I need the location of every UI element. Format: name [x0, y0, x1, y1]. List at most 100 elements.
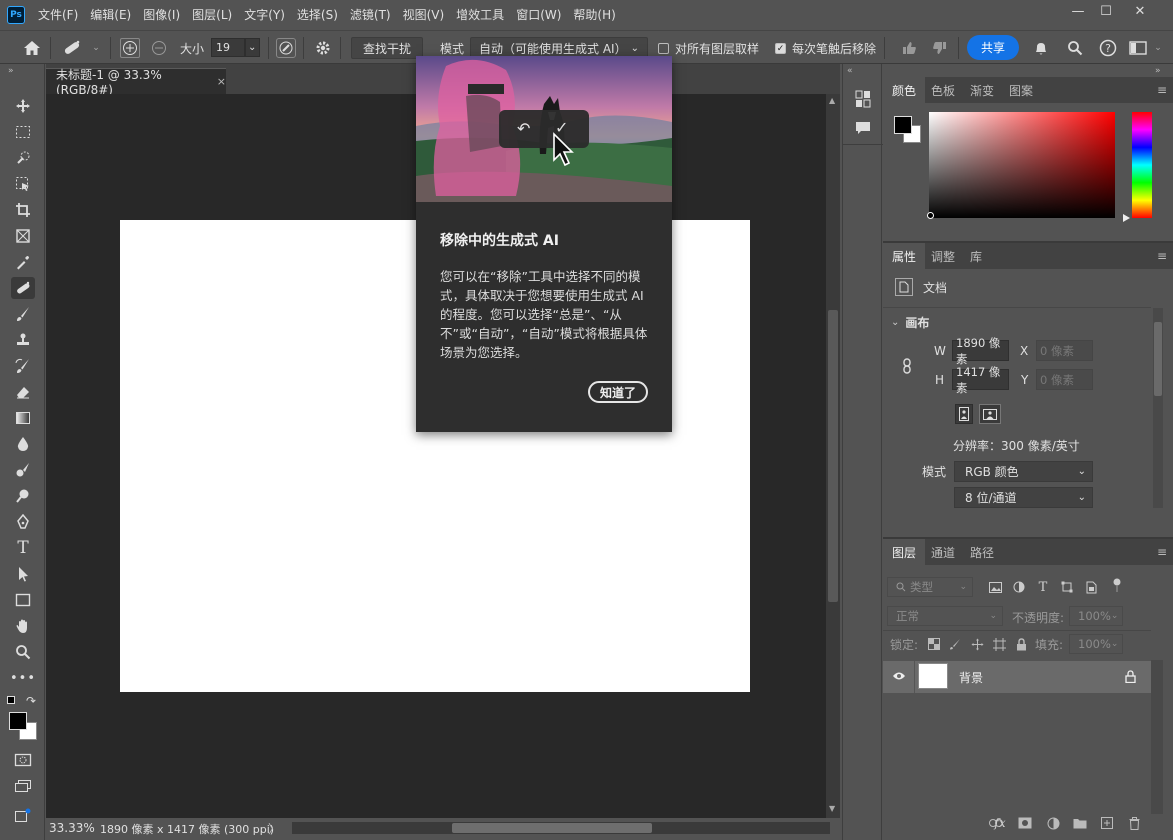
rectangle-tool-icon[interactable]: [11, 589, 35, 611]
menu-image[interactable]: 图像(I): [137, 0, 186, 30]
layer-style-fx-icon[interactable]: fx: [992, 815, 1008, 831]
filter-smart-object-icon[interactable]: [1083, 579, 1099, 595]
color-picker-marker[interactable]: [927, 212, 934, 219]
opacity-input[interactable]: 100% ⌄: [1069, 606, 1123, 626]
hue-slider-handle[interactable]: [1123, 214, 1130, 222]
add-brush-icon[interactable]: [120, 38, 140, 58]
brush-tool-icon[interactable]: [11, 303, 35, 325]
lock-image-pixels-icon[interactable]: [947, 636, 963, 652]
blur-tool-icon[interactable]: [11, 433, 35, 455]
tool-preset-chevron-icon[interactable]: ⌄: [86, 38, 106, 58]
properties-scrollbar[interactable]: [1153, 308, 1163, 508]
scroll-up-icon[interactable]: ▲: [829, 96, 835, 105]
move-tool-icon[interactable]: [11, 95, 35, 117]
bit-depth-select[interactable]: 8 位/通道 ⌄: [954, 487, 1093, 508]
find-distractions-button[interactable]: 查找干扰: [351, 37, 423, 59]
filter-toggle-icon[interactable]: [1109, 577, 1125, 593]
object-select-tool-icon[interactable]: [11, 173, 35, 195]
filter-type-icon[interactable]: T: [1035, 579, 1051, 595]
eyedropper-tool-icon[interactable]: [11, 251, 35, 273]
got-it-button[interactable]: 知道了: [588, 381, 648, 403]
frame-tool-icon[interactable]: [11, 225, 35, 247]
color-picker-field[interactable]: [929, 112, 1115, 218]
remove-tool-icon[interactable]: [62, 38, 82, 58]
comments-panel-icon[interactable]: [855, 120, 871, 139]
horizontal-scrollbar-thumb[interactable]: [452, 823, 652, 833]
panel-menu-icon[interactable]: ≡: [1157, 545, 1167, 559]
lock-transparent-pixels-icon[interactable]: [926, 636, 942, 652]
remove-tool-active-icon[interactable]: [11, 277, 35, 299]
collapse-panels-icon[interactable]: »: [1155, 66, 1161, 76]
zoom-tool-icon[interactable]: [11, 641, 35, 663]
tab-swatches[interactable]: 色板: [922, 77, 964, 103]
eye-visibility-icon[interactable]: [892, 670, 906, 684]
filter-shape-icon[interactable]: [1059, 579, 1075, 595]
thumbs-up-icon[interactable]: [899, 38, 919, 58]
height-input[interactable]: 1417 像素: [952, 365, 1009, 395]
filter-pixel-icon[interactable]: [987, 579, 1003, 595]
link-dimensions-icon[interactable]: [901, 358, 913, 377]
tab-adjustments[interactable]: 调整: [922, 243, 964, 269]
horizontal-scrollbar[interactable]: [292, 822, 830, 834]
status-menu-chevron-icon[interactable]: 〉: [268, 820, 280, 837]
scroll-down-icon[interactable]: ▼: [829, 804, 835, 813]
remove-after-stroke-checkbox[interactable]: ✓ 每次笔触后移除: [775, 40, 876, 57]
x-input[interactable]: 0 像素: [1036, 340, 1093, 361]
portrait-orientation-icon[interactable]: [955, 404, 973, 424]
foreground-color-swatch[interactable]: [9, 712, 27, 730]
close-tab-icon[interactable]: ×: [217, 75, 226, 88]
history-panel-icon[interactable]: [855, 90, 871, 111]
layer-thumbnail[interactable]: [918, 663, 948, 689]
type-tool-icon[interactable]: T: [11, 537, 35, 559]
crop-tool-icon[interactable]: [11, 199, 35, 221]
menu-layer[interactable]: 图层(L): [186, 0, 238, 30]
menu-view[interactable]: 视图(V): [397, 0, 451, 30]
document-tab[interactable]: 未标题-1 @ 33.3%(RGB/8#) ×: [46, 68, 226, 97]
menu-select[interactable]: 选择(S): [291, 0, 344, 30]
menu-file[interactable]: 文件(F): [32, 0, 84, 30]
undo-icon[interactable]: ↶: [517, 119, 530, 138]
new-layer-icon[interactable]: [1099, 815, 1115, 831]
tab-channels[interactable]: 通道: [922, 539, 964, 565]
y-input[interactable]: 0 像素: [1036, 369, 1093, 390]
hue-slider[interactable]: [1132, 112, 1152, 218]
delete-layer-icon[interactable]: [1126, 815, 1142, 831]
layer-row[interactable]: 背景: [883, 661, 1151, 693]
screen-mode-icon[interactable]: [11, 775, 35, 797]
zoom-level[interactable]: 33.33%: [49, 821, 95, 835]
workspace-icon[interactable]: [1128, 38, 1148, 58]
quick-mask-icon[interactable]: [11, 749, 35, 771]
tab-color[interactable]: 颜色: [883, 77, 926, 103]
pen-tool-icon[interactable]: [11, 511, 35, 533]
pressure-size-icon[interactable]: [276, 38, 296, 58]
search-icon[interactable]: [1065, 38, 1085, 58]
collapse-dock-left-icon[interactable]: «: [847, 66, 853, 76]
lock-position-icon[interactable]: [969, 636, 985, 652]
menu-plugins[interactable]: 增效工具: [450, 0, 510, 30]
object-selection-tool-icon[interactable]: [11, 147, 35, 169]
panel-foreground-swatch[interactable]: [894, 116, 912, 134]
menu-window[interactable]: 窗口(W): [510, 0, 567, 30]
layers-scrollbar[interactable]: [1151, 660, 1163, 814]
bell-icon[interactable]: [1031, 38, 1051, 58]
tab-paths[interactable]: 路径: [961, 539, 1003, 565]
new-adjustment-layer-icon[interactable]: [1045, 815, 1061, 831]
settings-gear-icon[interactable]: [313, 38, 333, 58]
tab-layers[interactable]: 图层: [883, 539, 926, 565]
marquee-tool-icon[interactable]: [11, 121, 35, 143]
fill-input[interactable]: 100% ⌄: [1069, 634, 1123, 654]
landscape-orientation-icon[interactable]: [979, 404, 1001, 424]
brush-size-input[interactable]: 19: [211, 38, 245, 57]
hand-tool-icon[interactable]: [11, 615, 35, 637]
close-window-button[interactable]: ✕: [1126, 0, 1154, 22]
filter-adjustment-icon[interactable]: [1011, 579, 1027, 595]
menu-type[interactable]: 文字(Y): [238, 0, 291, 30]
sample-all-layers-checkbox[interactable]: 对所有图层取样: [658, 40, 759, 57]
tab-patterns[interactable]: 图案: [1000, 77, 1042, 103]
swap-colors-icon[interactable]: ↷: [26, 694, 36, 708]
path-selection-tool-icon[interactable]: [11, 563, 35, 585]
menu-filter[interactable]: 滤镜(T): [344, 0, 397, 30]
smudge-tool-icon[interactable]: [11, 459, 35, 481]
menu-edit[interactable]: 编辑(E): [84, 0, 137, 30]
minimize-button[interactable]: —: [1064, 0, 1092, 22]
